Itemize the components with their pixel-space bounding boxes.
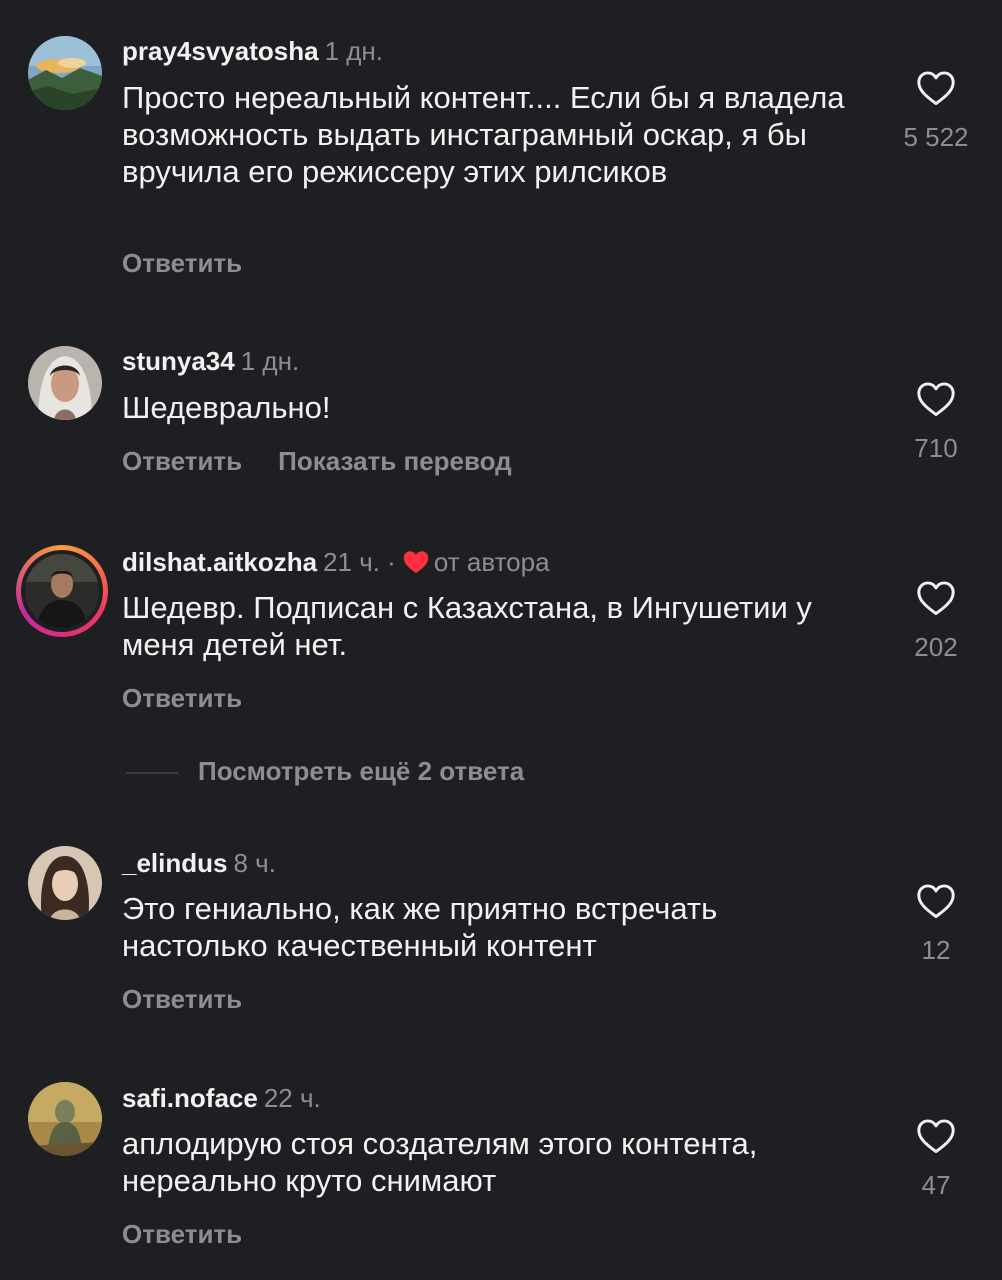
heart-outline-icon[interactable]: [916, 70, 956, 106]
avatar[interactable]: [28, 1082, 102, 1156]
username[interactable]: _elindus: [122, 848, 227, 878]
painting-avatar-icon: [28, 1082, 102, 1156]
view-more-replies-label: Посмотреть ещё 2 ответа: [198, 756, 525, 786]
like-group: 5 522: [896, 70, 976, 153]
comment-text: Это гениально, как же приятно встречать …: [122, 891, 718, 963]
reply-button[interactable]: Ответить: [122, 1219, 242, 1249]
username[interactable]: dilshat.aitkozha: [122, 547, 317, 577]
comment-actions: Ответить Показать перевод: [122, 446, 548, 477]
like-count: 47: [921, 1170, 951, 1200]
like-count: 710: [914, 433, 958, 463]
author-label: от автора: [433, 547, 550, 577]
timestamp: 1 дн.: [240, 346, 300, 376]
avatar[interactable]: [28, 36, 102, 110]
person-avatar-icon: [28, 346, 102, 420]
person-avatar-icon: [25, 554, 99, 628]
timestamp: 8 ч.: [233, 848, 276, 878]
like-group: 47: [896, 1118, 976, 1201]
reply-button[interactable]: Ответить: [122, 984, 242, 1014]
timestamp: 21 ч. ·: [323, 547, 396, 577]
like-group: 710: [896, 381, 976, 464]
author-liked-heart-icon: [403, 551, 429, 574]
comment-meta: pray4svyatosha 1 дн.: [122, 36, 383, 66]
username[interactable]: pray4svyatosha: [122, 36, 319, 66]
comment-text: Шедеврально!: [122, 390, 331, 425]
comment-actions: Ответить: [122, 1219, 278, 1250]
like-count: 12: [921, 935, 951, 965]
timestamp: 22 ч.: [263, 1083, 321, 1113]
username[interactable]: safi.noface: [122, 1083, 258, 1113]
comment-text: Просто нереальный контент.... Если бы я …: [122, 80, 845, 189]
like-count: 202: [914, 632, 958, 662]
avatar[interactable]: [28, 846, 102, 920]
show-translation-button[interactable]: Показать перевод: [278, 446, 512, 476]
reply-button[interactable]: Ответить: [122, 248, 242, 278]
heart-outline-icon[interactable]: [916, 883, 956, 919]
landscape-avatar-icon: [28, 36, 102, 110]
timestamp: 1 дн.: [324, 36, 383, 66]
comment-text: Шедевр. Подписан с Казахстана, в Ингушет…: [122, 590, 812, 662]
comment-actions: Ответить: [122, 683, 278, 714]
like-group: 12: [896, 883, 976, 966]
comment-meta: _elindus 8 ч.: [122, 848, 276, 878]
story-ring[interactable]: [16, 545, 108, 637]
username[interactable]: stunya34: [122, 346, 235, 376]
like-group: 202: [896, 580, 976, 663]
heart-outline-icon[interactable]: [916, 381, 956, 417]
comment-meta: stunya34 1 дн.: [122, 346, 299, 376]
person-avatar-icon: [28, 846, 102, 920]
comment-text: аплодирую стоя создателям этого контента…: [122, 1126, 758, 1198]
view-more-replies-button[interactable]: Посмотреть ещё 2 ответа: [126, 756, 524, 787]
heart-outline-icon[interactable]: [916, 1118, 956, 1154]
reply-button[interactable]: Ответить: [122, 446, 242, 476]
comment-actions: Ответить: [122, 248, 278, 279]
avatar: [25, 554, 99, 628]
replies-divider: [126, 772, 178, 775]
comment-meta: safi.noface 22 ч.: [122, 1083, 321, 1113]
comment-meta: dilshat.aitkozha 21 ч. · от автора: [122, 547, 550, 577]
heart-outline-icon[interactable]: [916, 580, 956, 616]
like-count: 5 522: [903, 122, 969, 152]
avatar[interactable]: [28, 346, 102, 420]
reply-button[interactable]: Ответить: [122, 683, 242, 713]
comment-actions: Ответить: [122, 984, 278, 1015]
